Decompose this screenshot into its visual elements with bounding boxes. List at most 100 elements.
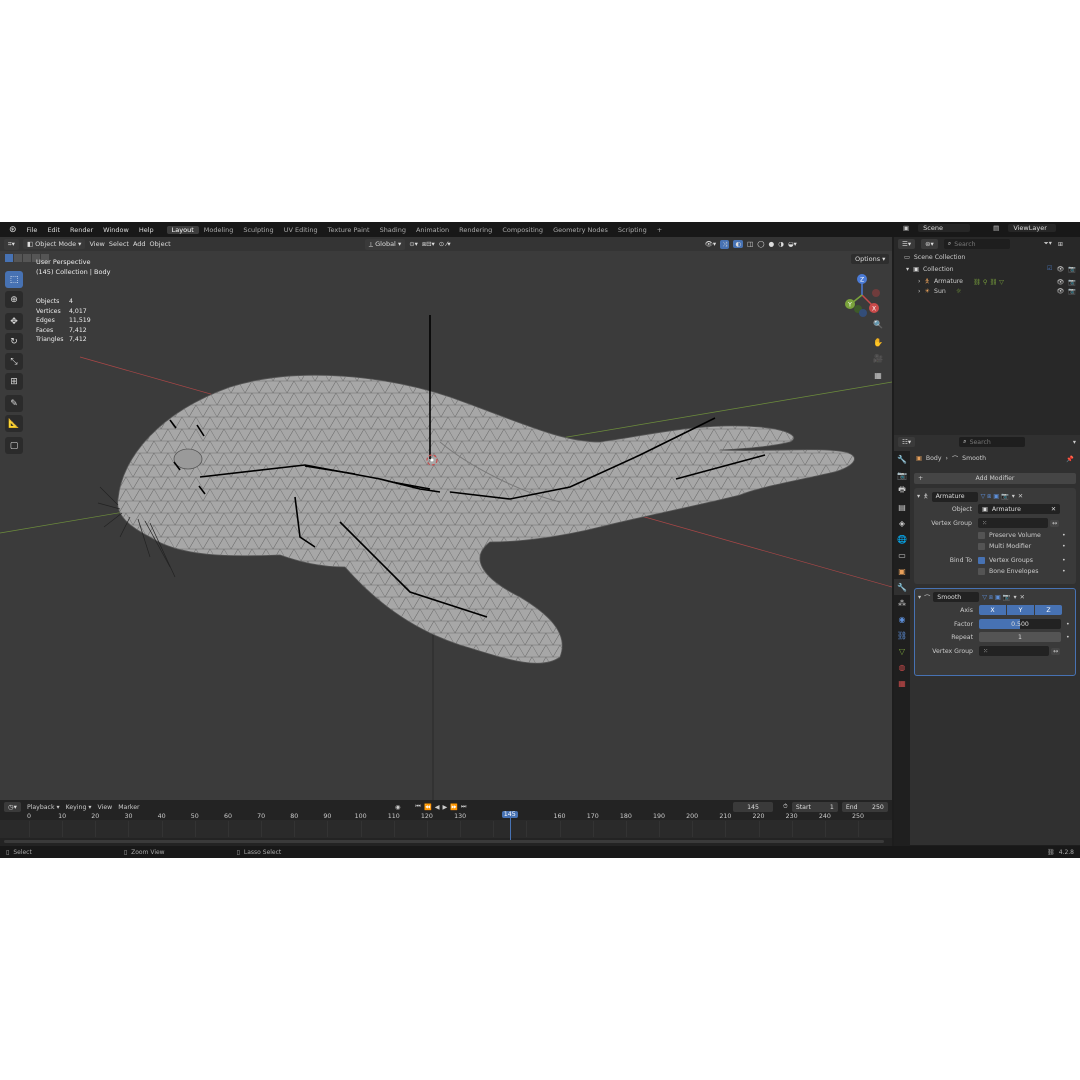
breadcrumb-object[interactable]: Body <box>926 455 942 462</box>
zoom-icon[interactable]: 🔍 <box>870 317 886 332</box>
checkbox[interactable] <box>978 543 985 550</box>
modifier-tab-icon[interactable]: 🔧 <box>894 579 910 595</box>
visibility-icon[interactable]: 👁▾ <box>705 240 717 248</box>
scale-tool-icon[interactable]: ⤡ <box>5 353 23 370</box>
viewport-options-button[interactable]: Options ▾ <box>851 254 890 264</box>
preserve-volume-checkbox[interactable]: Preserve Volume • <box>978 532 1066 539</box>
modifier-toggle-icons[interactable]: ▽ ⧈ ▣ 📷 <box>982 593 1010 602</box>
expand-icon[interactable]: › <box>918 278 920 285</box>
tab-uv-editing[interactable]: UV Editing <box>279 226 323 234</box>
menu-object[interactable]: Object <box>150 240 171 248</box>
texture-tab-icon[interactable]: ▦ <box>894 675 910 691</box>
close-icon[interactable]: ✕ <box>1018 493 1023 500</box>
constraints-tab-icon[interactable]: ⛓ <box>894 627 910 643</box>
object-tab-icon[interactable]: ▣ <box>894 563 910 579</box>
add-cube-tool-icon[interactable]: ▢ <box>5 437 23 454</box>
blender-logo-icon[interactable]: ⊛ <box>4 225 22 235</box>
view-layer-tab-icon[interactable]: ▤ <box>894 499 910 515</box>
vertex-group-field[interactable]: ⁙ <box>979 646 1049 656</box>
tab-animation[interactable]: Animation <box>411 226 454 234</box>
menu-file[interactable]: File <box>22 226 43 234</box>
vertex-group-field[interactable]: ⁙ <box>978 518 1048 528</box>
shading-material-icon[interactable]: ◑ <box>778 240 784 248</box>
keyframe-dot-icon[interactable]: • <box>1062 557 1066 564</box>
pan-hand-icon[interactable]: ✋ <box>870 335 886 350</box>
output-tab-icon[interactable]: 🖶 <box>894 483 910 499</box>
data-tab-icon[interactable]: ▽ <box>894 643 910 659</box>
display-mode-icon[interactable]: ⊜▾ <box>921 239 938 249</box>
multi-modifier-checkbox[interactable]: Multi Modifier • <box>978 543 1066 550</box>
clear-icon[interactable]: ✕ <box>1051 506 1056 513</box>
menu-select[interactable]: Select <box>109 240 129 248</box>
camera-icon[interactable]: 📷 <box>1068 278 1076 286</box>
menu-render[interactable]: Render <box>65 226 98 234</box>
camera-icon[interactable]: 📷 <box>1068 287 1076 295</box>
repeat-field[interactable]: 1 <box>979 632 1061 642</box>
timeline-scrollbar[interactable] <box>4 840 884 843</box>
pin-icon[interactable]: 📌 <box>1066 455 1074 463</box>
eye-icon[interactable]: 👁 <box>1056 278 1064 286</box>
perspective-grid-icon[interactable]: ▦ <box>870 368 886 383</box>
editor-type-icon[interactable]: ☷▾ <box>898 437 916 447</box>
modifier-name-field[interactable]: Armature <box>931 491 978 502</box>
factor-slider[interactable]: 0.500 <box>979 619 1061 629</box>
menu-window[interactable]: Window <box>98 226 134 234</box>
rotate-tool-icon[interactable]: ↻ <box>5 333 23 350</box>
axis-z-toggle[interactable]: Z <box>1035 605 1062 615</box>
pivot-icon[interactable]: ⊙▾ <box>409 240 418 248</box>
checkbox[interactable] <box>978 568 985 575</box>
xray-icon[interactable]: ◫ <box>747 240 753 248</box>
select-box-tool-icon[interactable]: ⬚ <box>5 271 23 288</box>
overlay-toggle-icon[interactable]: ◐ <box>733 240 744 248</box>
tab-rendering[interactable]: Rendering <box>454 226 497 234</box>
bone-envelopes-checkbox[interactable]: Bone Envelopes • <box>978 568 1066 575</box>
filter-icon[interactable]: ⏷▾ <box>1044 240 1052 248</box>
camera-icon[interactable]: 📷 <box>1068 265 1076 273</box>
menu-edit[interactable]: Edit <box>42 226 65 234</box>
menu-help[interactable]: Help <box>134 226 159 234</box>
shading-wireframe-icon[interactable]: ◯ <box>757 240 764 248</box>
tab-scripting[interactable]: Scripting <box>613 226 652 234</box>
keyframe-dot-icon[interactable]: • <box>1062 543 1066 550</box>
menu-view[interactable]: View <box>89 240 104 248</box>
scene-tab-icon[interactable]: ◈ <box>894 515 910 531</box>
expand-icon[interactable]: ▾ <box>906 266 909 273</box>
invert-icon[interactable]: ↔ <box>1050 519 1060 527</box>
keyframe-dot-icon[interactable]: • <box>1062 532 1066 539</box>
new-collection-icon[interactable]: ⊞ <box>1058 241 1063 248</box>
scene-collection-row[interactable]: ▭ Scene Collection <box>904 254 965 261</box>
camera-view-icon[interactable]: 🎥 <box>870 351 886 366</box>
tab-sculpting[interactable]: Sculpting <box>238 226 278 234</box>
proportional-edit-icon[interactable]: ⊙ ⁄▾ <box>439 240 451 248</box>
3d-viewport[interactable]: Z X Y ⌗▾ ◧ Object Mode ▾ View Select Add… <box>0 237 892 800</box>
add-modifier-button[interactable]: + Add Modifier <box>914 473 1076 484</box>
material-tab-icon[interactable]: ◍ <box>894 659 910 675</box>
move-tool-icon[interactable]: ✥ <box>5 313 23 330</box>
modifier-name-field[interactable]: Smooth <box>933 592 980 602</box>
transform-orientation-selector[interactable]: ⟂ Global ▾ <box>364 238 406 250</box>
chevron-down-icon[interactable]: ▾ <box>1073 439 1076 446</box>
collection-tab-icon[interactable]: ▭ <box>894 547 910 563</box>
editor-type-icon[interactable]: ⌗▾ <box>4 238 19 250</box>
chevron-down-icon[interactable]: ▾ <box>1012 493 1015 500</box>
collection-row[interactable]: ▾ ▣ Collection ☑ 👁 📷 <box>906 265 1076 273</box>
eye-icon[interactable]: 👁 <box>1056 287 1064 295</box>
invert-icon[interactable]: ↔ <box>1051 647 1061 655</box>
breadcrumb-modifier[interactable]: Smooth <box>962 455 986 462</box>
outliner-search-input[interactable]: ⌕ Search <box>943 239 1010 249</box>
chevron-down-icon[interactable]: ▾ <box>1013 594 1016 601</box>
outliner-item-armature[interactable]: › 🯅 Armature ⛓ ⚲ ⛓ ▽ 👁 📷 <box>918 276 1076 287</box>
editor-type-icon[interactable]: ☰▾ <box>898 239 916 249</box>
add-workspace-button[interactable]: + <box>652 226 667 234</box>
playhead-frame-label[interactable]: 145 <box>501 811 518 818</box>
tool-tab-icon[interactable]: 🔧 <box>894 451 910 467</box>
tab-layout[interactable]: Layout <box>166 225 199 234</box>
navigation-gizmo[interactable]: Z X Y <box>845 274 880 317</box>
expand-icon[interactable]: › <box>918 288 920 295</box>
physics-tab-icon[interactable]: ◉ <box>894 611 910 627</box>
shading-rendered-icon[interactable]: ◒▾ <box>788 240 797 248</box>
render-tab-icon[interactable]: 📷 <box>894 467 910 483</box>
armature-object-field[interactable]: ▣ Armature ✕ <box>978 504 1060 514</box>
cursor-tool-icon[interactable]: ⊕ <box>5 291 23 308</box>
modifier-toggle-icons[interactable]: ▽ ⧈ ▣ 📷 <box>981 492 1009 501</box>
